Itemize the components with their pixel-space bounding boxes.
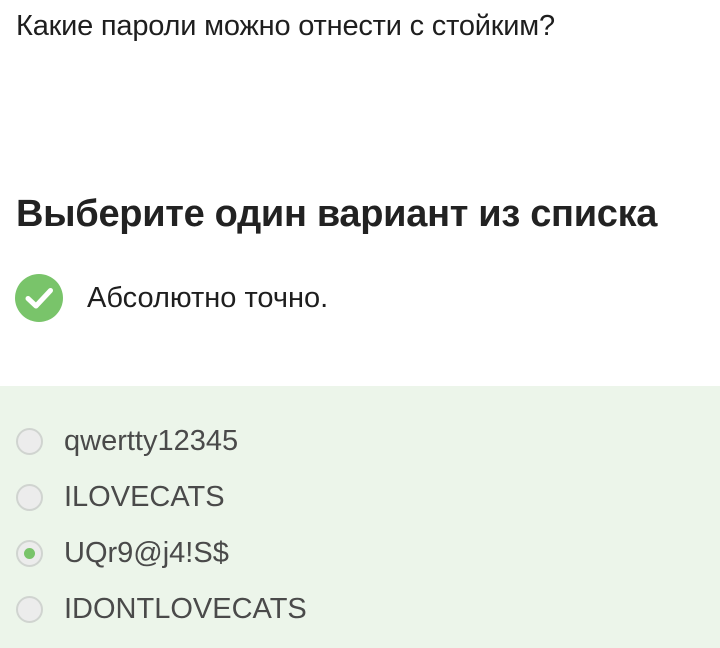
radio-button[interactable] <box>16 483 43 511</box>
option-3[interactable]: UQr9@j4!S$ <box>16 533 229 573</box>
radio-button[interactable] <box>16 427 43 455</box>
radio-selected-dot <box>24 547 35 559</box>
option-label: ILOVECATS <box>64 480 225 513</box>
option-1[interactable]: qwertty12345 <box>16 421 238 461</box>
result-text: Абсолютно точно. <box>87 281 329 314</box>
options-list: qwertty12345 ILOVECATS UQr9@j4!S$ IDONTL… <box>0 386 720 648</box>
radio-button-selected[interactable] <box>16 539 43 567</box>
option-label: IDONTLOVECATS <box>64 592 307 625</box>
quiz-page: Какие пароли можно отнести с стойким? Вы… <box>0 0 720 648</box>
question-text: Какие пароли можно отнести с стойким? <box>16 10 555 42</box>
option-label: UQr9@j4!S$ <box>64 536 229 569</box>
radio-button[interactable] <box>16 595 43 623</box>
check-circle-icon <box>15 274 63 322</box>
option-2[interactable]: ILOVECATS <box>16 477 225 517</box>
option-label: qwertty12345 <box>64 424 239 457</box>
answer-result: Абсолютно точно. <box>15 272 328 324</box>
instruction-heading: Выберите один вариант из списка <box>16 193 658 235</box>
option-4[interactable]: IDONTLOVECATS <box>16 589 307 629</box>
